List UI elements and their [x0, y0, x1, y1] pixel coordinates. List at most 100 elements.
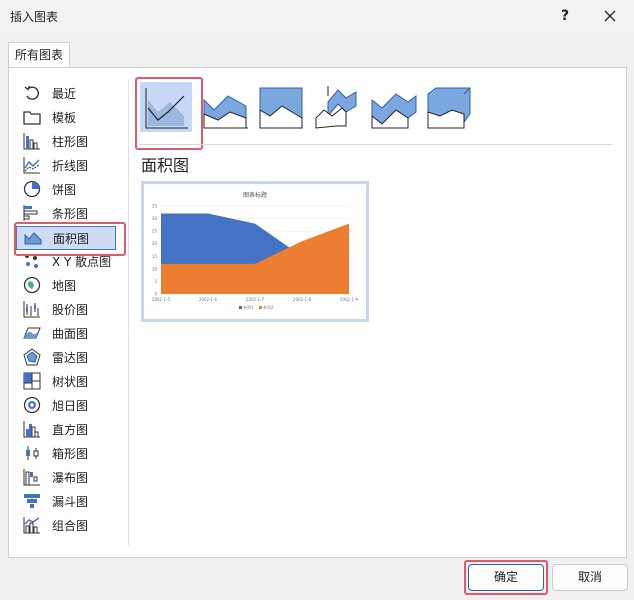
x-tick-label: 2002-1-7 [246, 297, 265, 302]
map-chart-icon [22, 276, 42, 294]
category-waterfall[interactable]: 瀑布图 [16, 466, 116, 488]
category-label: 雷达图 [52, 350, 89, 365]
subtype-3d-percent-stacked-area[interactable] [424, 82, 476, 132]
sunburst-chart-icon [22, 396, 42, 414]
folder-icon [22, 108, 42, 126]
x-tick-label: 2002-1-6 [199, 297, 218, 302]
y-tick-label: 15 [152, 254, 158, 259]
category-label: 直方图 [52, 422, 89, 437]
category-treemap[interactable]: 树状图 [16, 370, 116, 392]
category-box-whisker[interactable]: 箱形图 [16, 442, 116, 464]
category-label: 树状图 [52, 374, 89, 389]
line-chart-icon [22, 156, 42, 174]
category-label: 条形图 [52, 206, 89, 221]
section-title: 面积图 [141, 156, 190, 175]
recent-icon [22, 84, 42, 102]
y-tick-label: 0 [154, 292, 157, 297]
category-histogram[interactable]: 直方图 [16, 418, 116, 440]
stock-chart-icon [22, 300, 42, 318]
x-tick-label: 2002-1-8 [293, 297, 312, 302]
category-label: 箱形图 [52, 446, 89, 461]
category-label: 柱形图 [52, 134, 89, 149]
category-label: 饼图 [52, 182, 77, 197]
y-tick-label: 25 [152, 229, 158, 234]
legend-label: 系列1 [243, 304, 254, 310]
category-surface[interactable]: 曲面图 [16, 322, 116, 344]
category-radar[interactable]: 雷达图 [16, 346, 116, 368]
category-funnel[interactable]: 漏斗图 [16, 490, 116, 512]
category-label: 最近 [52, 86, 77, 101]
surface-chart-icon [22, 324, 42, 342]
y-tick-label: 10 [152, 266, 158, 271]
category-label: 股价图 [52, 302, 89, 317]
area-chart-icon [23, 229, 43, 247]
subtype-3d-stacked-area[interactable] [368, 82, 420, 132]
pie-chart-icon [22, 180, 42, 198]
chart-title: 图表标题 [243, 191, 267, 199]
category-stock[interactable]: 股价图 [16, 298, 116, 320]
category-recent[interactable]: 最近 [16, 82, 116, 104]
y-tick-label: 30 [152, 216, 158, 221]
treemap-chart-icon [22, 372, 42, 390]
category-label: 组合图 [52, 518, 89, 533]
category-label: 模板 [52, 110, 77, 125]
chart-preview[interactable]: 图表标题 0 5 10 15 20 25 30 35 2002-1-5 2002-1-6 2002… [141, 181, 369, 322]
histogram-chart-icon [22, 420, 42, 438]
category-sunburst[interactable]: 旭日图 [16, 394, 116, 416]
category-column[interactable]: 柱形图 [16, 130, 116, 152]
3d-stacked-area-subtype-icon [371, 93, 417, 129]
category-map[interactable]: 地图 [16, 274, 116, 296]
subtype-divider [140, 144, 612, 145]
3d-area-subtype-icon [315, 86, 357, 129]
category-label: 地图 [52, 278, 77, 293]
area-chart-preview: 图表标题 0 5 10 15 20 25 30 35 2002-1-5 2002-1-6 2002… [152, 191, 359, 310]
x-tick-label: 2002-1-5 [152, 297, 171, 302]
y-tick-label: 35 [152, 204, 158, 209]
legend-label: 系列2 [263, 304, 274, 310]
waterfall-chart-icon [22, 468, 42, 486]
y-tick-label: 5 [154, 279, 157, 284]
legend-swatch [259, 306, 262, 309]
divider [128, 80, 129, 546]
category-area[interactable]: 面积图 [16, 226, 116, 250]
cancel-button[interactable]: 取消 [552, 564, 628, 591]
category-label: 曲面图 [52, 326, 89, 341]
category-label: 面积图 [53, 231, 90, 246]
category-line[interactable]: 折线图 [16, 154, 116, 176]
category-label: 漏斗图 [52, 494, 89, 509]
subtype-area[interactable] [140, 82, 192, 132]
category-label: 旭日图 [52, 398, 89, 413]
ok-button[interactable]: 确定 [468, 564, 544, 591]
y-tick-label: 20 [152, 241, 158, 246]
close-icon [604, 10, 616, 22]
tab-all-charts[interactable]: 所有图表 [8, 42, 71, 67]
box-whisker-chart-icon [22, 444, 42, 462]
funnel-chart-icon [22, 492, 42, 510]
help-button[interactable]: ? [552, 4, 578, 28]
category-label: X Y 散点图 [52, 254, 112, 269]
combo-chart-icon [22, 516, 42, 534]
subtype-percent-stacked-area[interactable] [256, 82, 308, 132]
percent-stacked-area-subtype-icon [259, 87, 303, 129]
category-label: 折线图 [52, 158, 89, 173]
bar-chart-icon [22, 204, 42, 222]
category-label: 瀑布图 [52, 470, 89, 485]
category-scatter[interactable]: X Y 散点图 [16, 250, 116, 272]
category-pie[interactable]: 饼图 [16, 178, 116, 200]
tab-bar: 所有图表 [0, 32, 634, 68]
category-bar[interactable]: 条形图 [16, 202, 116, 224]
area-subtype-icon [145, 88, 188, 129]
3d-percent-stacked-area-subtype-icon [427, 87, 471, 129]
radar-chart-icon [22, 348, 42, 366]
dialog-title: 插入图表 [10, 10, 59, 24]
stacked-area-subtype-icon [203, 95, 248, 129]
scatter-chart-icon [22, 252, 42, 270]
column-chart-icon [22, 132, 42, 150]
category-templates[interactable]: 模板 [16, 106, 116, 128]
category-combo[interactable]: 组合图 [16, 514, 116, 536]
subtype-stacked-area[interactable] [200, 82, 252, 132]
x-tick-label: 2002-1-9 [340, 297, 359, 302]
title-bar: 插入图表 ? [0, 0, 634, 32]
close-button[interactable] [596, 4, 624, 28]
subtype-3d-area[interactable] [312, 82, 364, 132]
